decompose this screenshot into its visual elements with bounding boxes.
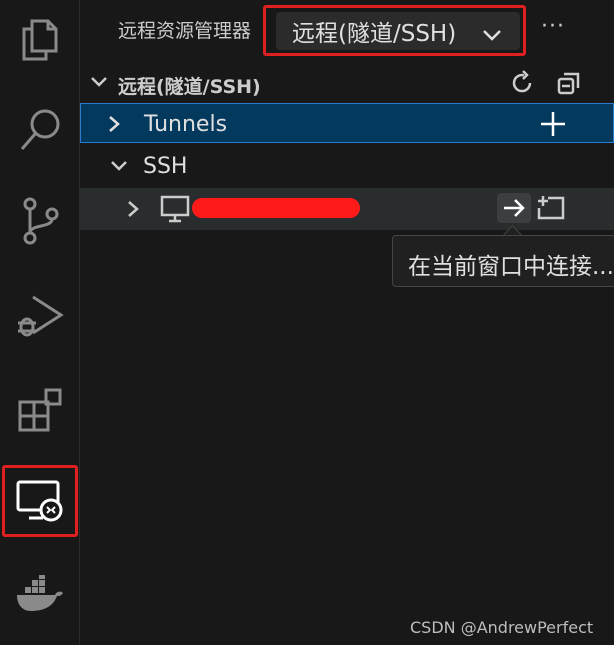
tree-item-label: Tunnels	[144, 112, 228, 137]
chevron-down-icon	[90, 74, 108, 93]
chevron-right-icon	[107, 115, 121, 137]
activity-bar	[0, 0, 80, 645]
tree-item-ssh-host[interactable]	[80, 188, 614, 230]
remote-explorer-highlight	[2, 465, 78, 537]
search-icon[interactable]	[0, 95, 80, 165]
tree-item-ssh[interactable]: SSH	[80, 146, 614, 186]
remote-explorer-sidebar: 远程资源管理器 远程(隧道/SSH) ··· 远程(隧道/SSH) Tunnel…	[80, 0, 614, 645]
add-icon[interactable]	[538, 109, 568, 139]
collapse-all-icon[interactable]	[554, 68, 584, 98]
docker-icon[interactable]	[0, 560, 80, 630]
redacted-host-name	[192, 198, 360, 218]
source-control-icon[interactable]	[0, 186, 80, 256]
section-title: 远程(隧道/SSH)	[118, 76, 261, 98]
watermark: CSDN @AndrewPerfect	[410, 618, 594, 637]
monitor-icon	[160, 194, 190, 224]
extensions-icon[interactable]	[0, 375, 80, 445]
section-header[interactable]: 远程(隧道/SSH)	[80, 64, 614, 100]
refresh-icon[interactable]	[507, 68, 537, 98]
chevron-down-icon	[110, 158, 128, 177]
open-in-new-window-icon[interactable]	[536, 193, 566, 223]
run-debug-icon[interactable]	[0, 281, 80, 351]
more-actions-button[interactable]: ···	[538, 14, 568, 39]
connect-tooltip: 在当前窗口中连接...	[392, 235, 614, 287]
view-select-highlight	[263, 5, 526, 56]
connect-in-current-window-button[interactable]	[497, 193, 531, 223]
chevron-right-icon	[126, 200, 140, 222]
sidebar-header: 远程资源管理器 远程(隧道/SSH) ···	[80, 0, 614, 60]
sidebar-title: 远程资源管理器	[118, 20, 252, 42]
explorer-icon[interactable]	[0, 5, 80, 75]
tree-item-tunnels[interactable]: Tunnels	[80, 103, 614, 143]
tree-item-label: SSH	[143, 154, 188, 179]
